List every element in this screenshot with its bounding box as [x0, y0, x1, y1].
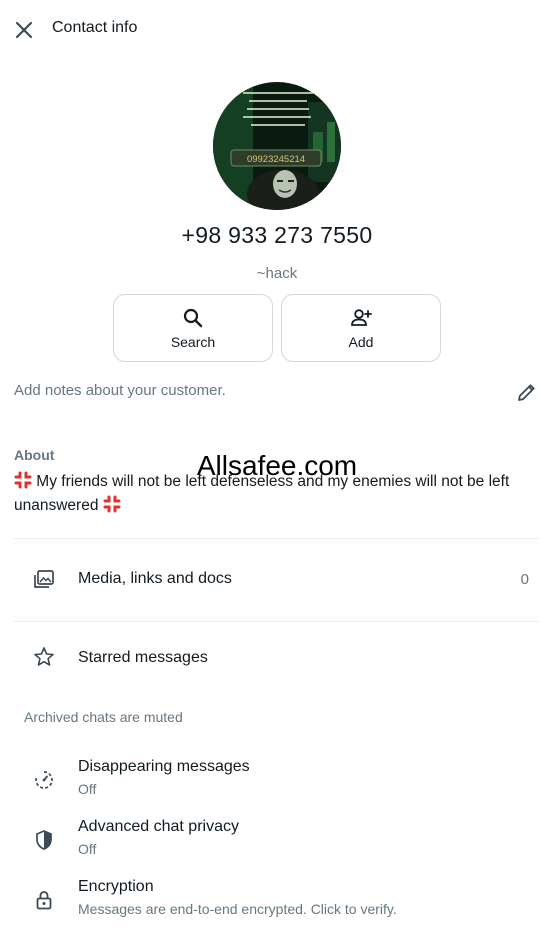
- disappearing-messages-row[interactable]: Disappearing messages Off: [0, 750, 554, 806]
- about-text-content: My friends will not be left defenseless …: [14, 473, 510, 514]
- anger-emoji-icon: [14, 471, 32, 489]
- advanced-chat-privacy-row[interactable]: Advanced chat privacy Off: [0, 810, 554, 866]
- divider: [14, 621, 539, 622]
- notes-field[interactable]: Add notes about your customer.: [14, 382, 226, 399]
- starred-messages-row[interactable]: Starred messages: [0, 630, 554, 684]
- close-button[interactable]: [12, 18, 36, 42]
- encryption-row[interactable]: Encryption Messages are end-to-end encry…: [0, 870, 554, 926]
- lock-icon: [36, 891, 52, 910]
- search-button[interactable]: Search: [113, 294, 273, 362]
- about-text: My friends will not be left defenseless …: [14, 470, 540, 518]
- close-icon: [15, 21, 33, 39]
- add-button-label: Add: [348, 334, 374, 350]
- archived-chats-note: Archived chats are muted: [24, 709, 183, 725]
- anger-emoji-icon: [103, 495, 121, 513]
- encryption-label: Encryption: [78, 878, 154, 895]
- edit-notes-button[interactable]: [515, 380, 539, 404]
- media-count: 0: [520, 571, 529, 588]
- advanced-chat-privacy-label: Advanced chat privacy: [78, 818, 239, 835]
- star-icon: [34, 647, 54, 666]
- media-links-docs-label: Media, links and docs: [78, 570, 232, 587]
- about-label: About: [14, 447, 55, 463]
- add-user-icon: [351, 309, 372, 326]
- divider: [14, 538, 539, 539]
- shield-icon: [36, 830, 52, 850]
- header-title: Contact info: [52, 19, 138, 36]
- starred-messages-label: Starred messages: [78, 649, 208, 666]
- media-gallery-icon: [34, 570, 54, 588]
- pencil-icon: [518, 384, 535, 401]
- advanced-chat-privacy-status: Off: [78, 841, 97, 857]
- contact-phone: +98 933 273 7550: [181, 222, 373, 248]
- add-contact-button[interactable]: Add: [281, 294, 441, 362]
- header: Contact info: [0, 0, 554, 60]
- avatar[interactable]: 09923245214: [213, 82, 341, 210]
- disappearing-messages-label: Disappearing messages: [78, 758, 250, 775]
- encryption-subtitle: Messages are end-to-end encrypted. Click…: [78, 901, 397, 917]
- avatar-caption: 09923245214: [247, 154, 305, 165]
- media-links-docs-row[interactable]: Media, links and docs 0: [0, 550, 554, 610]
- disappearing-messages-status: Off: [78, 781, 97, 797]
- search-icon: [183, 308, 203, 328]
- contact-alias: ~hack: [256, 265, 298, 282]
- search-button-label: Search: [170, 334, 216, 350]
- disappearing-timer-icon: [35, 771, 53, 789]
